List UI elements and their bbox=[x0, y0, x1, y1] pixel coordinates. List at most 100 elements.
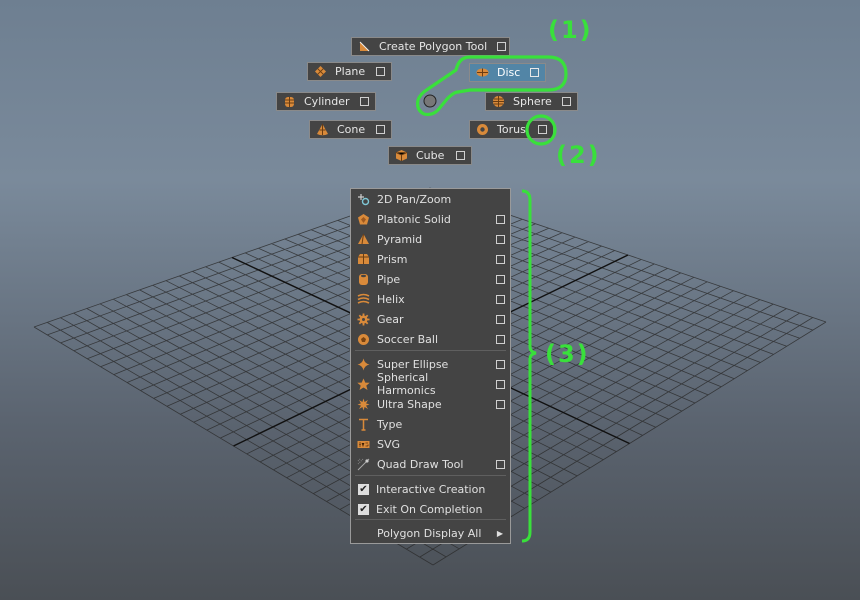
create-polygon-tool-label: Create Polygon Tool bbox=[379, 40, 488, 53]
submenu-label: Polygon Display All bbox=[377, 526, 482, 540]
prism-icon bbox=[357, 253, 370, 266]
option-box[interactable] bbox=[496, 294, 505, 304]
checkbox-checked[interactable]: ✔ bbox=[358, 503, 369, 515]
plane-icon bbox=[314, 65, 327, 78]
option-box[interactable] bbox=[496, 459, 505, 469]
toggle-label: Exit On Completion bbox=[376, 502, 483, 516]
toggle-exit-on-completion[interactable]: ✔ Exit On Completion bbox=[351, 499, 510, 519]
toggle-interactive-creation[interactable]: ✔ Interactive Creation bbox=[351, 479, 510, 499]
pyramid-icon bbox=[357, 233, 370, 246]
menu-item-label: Soccer Ball bbox=[377, 332, 438, 346]
cone-icon bbox=[316, 123, 329, 136]
menu-item-pipe[interactable]: Pipe bbox=[351, 269, 510, 289]
submenu-arrow-icon: ▶ bbox=[496, 528, 503, 538]
cylinder-icon bbox=[283, 95, 296, 108]
option-box[interactable] bbox=[496, 399, 505, 409]
ultra-shape-icon bbox=[357, 398, 370, 411]
helix-icon bbox=[357, 293, 370, 306]
super-ellipse-icon bbox=[357, 358, 370, 371]
disc-option-box[interactable] bbox=[530, 68, 540, 77]
pan-zoom-icon bbox=[357, 193, 370, 206]
menu-separator bbox=[355, 519, 506, 520]
plane-label: Plane bbox=[335, 65, 366, 78]
cube-icon bbox=[395, 149, 408, 162]
menu-item-type[interactable]: Type bbox=[351, 414, 510, 434]
menu-item-prism[interactable]: Prism bbox=[351, 249, 510, 269]
toggle-label: Interactive Creation bbox=[376, 482, 486, 496]
menu-item-gear[interactable]: Gear bbox=[351, 309, 510, 329]
option-box[interactable] bbox=[496, 214, 505, 224]
menu-item-label: Helix bbox=[377, 292, 405, 306]
menu-item-label: Platonic Solid bbox=[377, 212, 451, 226]
torus-button[interactable]: Torus bbox=[469, 120, 554, 139]
checkbox-checked[interactable]: ✔ bbox=[358, 483, 369, 495]
create-polygon-icon bbox=[358, 40, 371, 53]
quad-draw-icon bbox=[357, 458, 370, 471]
torus-icon bbox=[476, 123, 489, 136]
plane-option-box[interactable] bbox=[376, 67, 385, 76]
menu-item-spherical-harmonics[interactable]: Spherical Harmonics bbox=[351, 371, 510, 397]
sphere-icon bbox=[492, 95, 505, 108]
torus-option-box[interactable] bbox=[538, 125, 547, 134]
menu-separator bbox=[355, 350, 506, 351]
menu-item-label: SVG bbox=[377, 437, 401, 451]
menu-item-label: Super Ellipse bbox=[377, 357, 449, 371]
option-box[interactable] bbox=[496, 379, 505, 389]
menu-item-label: Pipe bbox=[377, 272, 401, 286]
menu-item-label: Type bbox=[377, 417, 403, 431]
option-box[interactable] bbox=[496, 234, 505, 244]
submenu-polygon-display-all[interactable]: Polygon Display All ▶ bbox=[351, 523, 510, 543]
cube-button[interactable]: Cube bbox=[388, 146, 472, 165]
option-box[interactable] bbox=[496, 274, 505, 284]
cylinder-button[interactable]: Cylinder bbox=[276, 92, 376, 111]
platonic-solid-icon bbox=[357, 213, 370, 226]
cube-option-box[interactable] bbox=[456, 151, 465, 160]
menu-item-label: Gear bbox=[377, 312, 404, 326]
svg-icon bbox=[357, 438, 370, 451]
annotation-2: (2) bbox=[556, 141, 601, 169]
type-icon bbox=[357, 418, 370, 431]
pipe-icon bbox=[357, 273, 370, 286]
cone-option-box[interactable] bbox=[376, 125, 385, 134]
cylinder-label: Cylinder bbox=[304, 95, 350, 108]
annotation-1: (1) bbox=[548, 16, 593, 44]
cylinder-option-box[interactable] bbox=[360, 97, 369, 106]
option-box[interactable] bbox=[496, 359, 505, 369]
menu-item-quad-draw-tool[interactable]: Quad Draw Tool bbox=[351, 454, 510, 474]
create-polygon-tool-option-box[interactable] bbox=[497, 42, 507, 51]
torus-label: Torus bbox=[497, 123, 526, 136]
cone-label: Cone bbox=[337, 123, 366, 136]
disc-icon bbox=[476, 66, 489, 79]
menu-item-platonic-solid[interactable]: Platonic Solid bbox=[351, 209, 510, 229]
menu-item-pyramid[interactable]: Pyramid bbox=[351, 229, 510, 249]
menu-item-ultra-shape[interactable]: Ultra Shape bbox=[351, 394, 510, 414]
option-box[interactable] bbox=[496, 314, 505, 324]
option-box[interactable] bbox=[496, 334, 505, 344]
spherical-harmonics-icon bbox=[357, 378, 370, 391]
menu-item-soccer-ball[interactable]: Soccer Ball bbox=[351, 329, 510, 349]
option-box[interactable] bbox=[496, 254, 505, 264]
menu-item-label: Prism bbox=[377, 252, 408, 266]
plane-button[interactable]: Plane bbox=[307, 62, 392, 81]
menu-separator bbox=[355, 475, 506, 476]
sphere-label: Sphere bbox=[513, 95, 552, 108]
menu-item-helix[interactable]: Helix bbox=[351, 289, 510, 309]
create-polygon-tool-button[interactable]: Create Polygon Tool bbox=[351, 37, 510, 56]
menu-item-label: 2D Pan/Zoom bbox=[377, 192, 452, 206]
soccer-ball-icon bbox=[357, 333, 370, 346]
overflow-menu: 2D Pan/Zoom Platonic Solid Pyramid Prism Pip… bbox=[350, 188, 511, 544]
annotation-3: (3) bbox=[545, 340, 590, 368]
cube-label: Cube bbox=[416, 149, 445, 162]
gear-icon bbox=[357, 313, 370, 326]
disc-label: Disc bbox=[497, 66, 521, 79]
menu-item-label: Quad Draw Tool bbox=[377, 457, 464, 471]
menu-item-label: Pyramid bbox=[377, 232, 423, 246]
menu-item-2d-pan-zoom[interactable]: 2D Pan/Zoom bbox=[351, 189, 510, 209]
sphere-button[interactable]: Sphere bbox=[485, 92, 578, 111]
sphere-option-box[interactable] bbox=[562, 97, 571, 106]
menu-item-label: Ultra Shape bbox=[377, 397, 442, 411]
menu-item-svg[interactable]: SVG bbox=[351, 434, 510, 454]
cone-button[interactable]: Cone bbox=[309, 120, 392, 139]
disc-button[interactable]: Disc bbox=[469, 63, 546, 82]
